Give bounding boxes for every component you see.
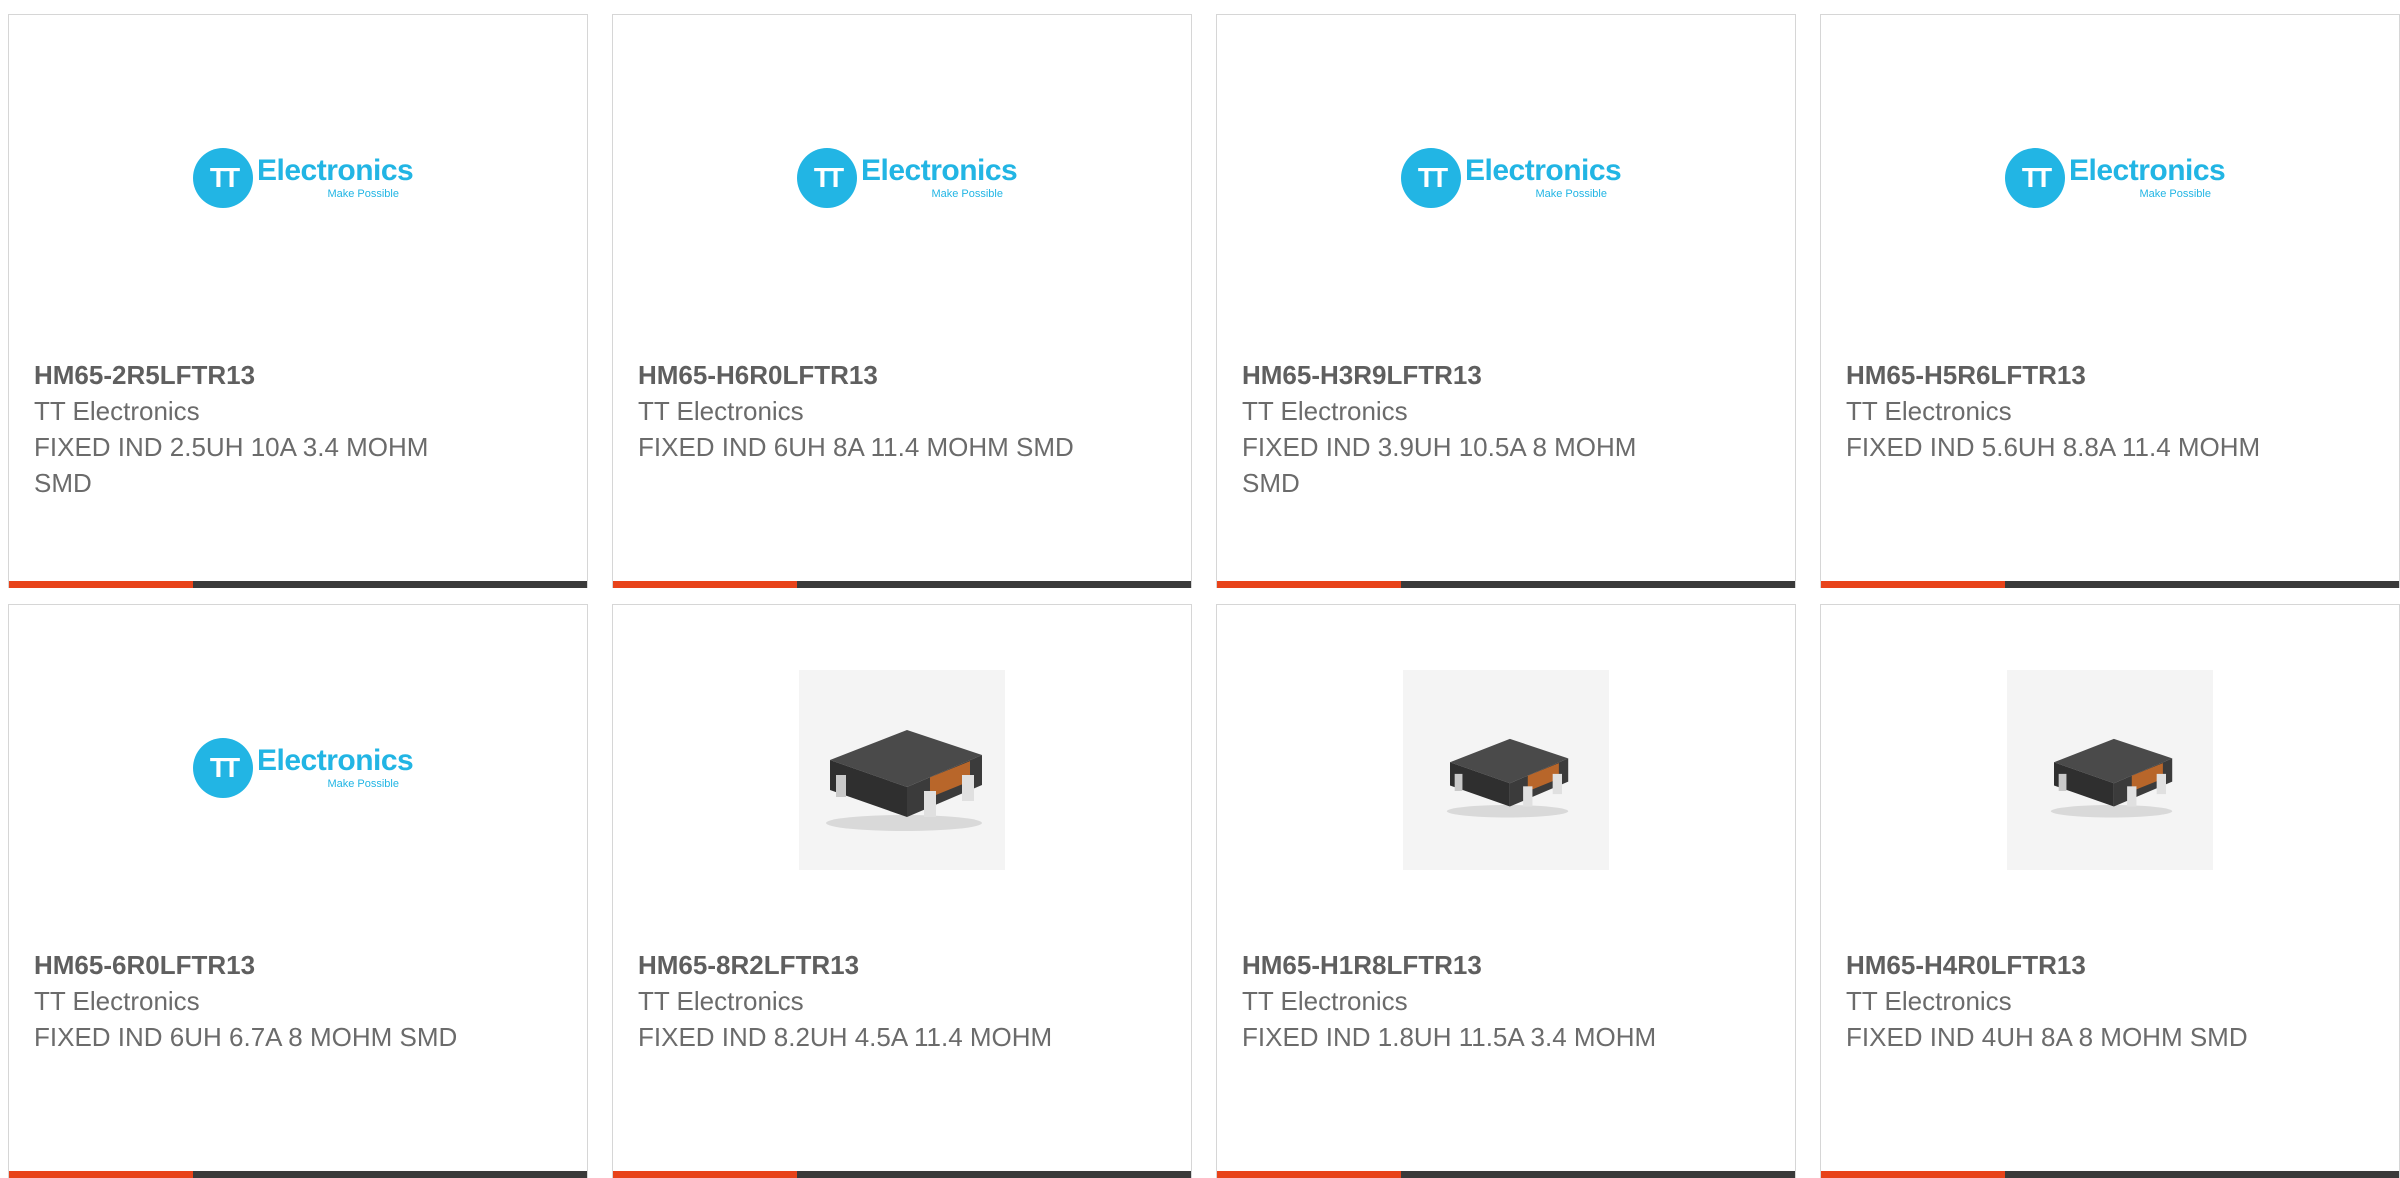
product-image[interactable]: TT Electronics Make Possible xyxy=(9,605,587,935)
product-description: FIXED IND 8.2UH 4.5A 11.4 MOHM xyxy=(638,1022,1053,1052)
card-accent-bar xyxy=(613,581,1191,588)
tt-electronics-logo: TT Electronics Make Possible xyxy=(193,738,414,802)
product-description: FIXED IND 1.8UH 11.5A 3.4 MOHM xyxy=(1242,1022,1657,1052)
part-number[interactable]: HM65-H1R8LFTR13 xyxy=(1242,947,1682,983)
part-number[interactable]: HM65-H4R0LFTR13 xyxy=(1846,947,2286,983)
logo-circle-icon: TT xyxy=(193,738,253,798)
part-number[interactable]: HM65-H5R6LFTR13 xyxy=(1846,357,2286,393)
part-number[interactable]: HM65-H3R9LFTR13 xyxy=(1242,357,1682,393)
dark-bar-segment xyxy=(2005,581,2399,588)
logo-tagline: Make Possible xyxy=(2139,188,2211,200)
product-image[interactable]: TT Electronics Make Possible xyxy=(9,15,587,345)
logo-tagline: Make Possible xyxy=(1535,188,1607,200)
accent-bar-segment xyxy=(1217,581,1401,588)
accent-bar-segment xyxy=(9,581,193,588)
part-number[interactable]: HM65-8R2LFTR13 xyxy=(638,947,1078,983)
dark-bar-segment xyxy=(797,1171,1191,1178)
product-info: HM65-6R0LFTR13 TT Electronics FIXED IND … xyxy=(34,947,474,1055)
product-description: FIXED IND 3.9UH 10.5A 8 MOHM SMD xyxy=(1242,432,1637,498)
accent-bar-segment xyxy=(9,1171,193,1178)
product-card[interactable]: HM65-8R2LFTR13 TT Electronics FIXED IND … xyxy=(612,604,1192,1178)
logo-tagline: Make Possible xyxy=(327,778,399,790)
product-image[interactable] xyxy=(613,605,1191,935)
product-card[interactable]: HM65-H1R8LFTR13 TT Electronics FIXED IND… xyxy=(1216,604,1796,1178)
product-image[interactable] xyxy=(1821,605,2399,935)
manufacturer-name: TT Electronics xyxy=(638,396,804,426)
dark-bar-segment xyxy=(1401,1171,1795,1178)
tt-electronics-logo: TT Electronics Make Possible xyxy=(797,148,1018,212)
inductor-photo xyxy=(799,670,1005,870)
product-description: FIXED IND 2.5UH 10A 3.4 MOHM SMD xyxy=(34,432,429,498)
logo-tagline: Make Possible xyxy=(327,188,399,200)
logo-wordmark: Electronics xyxy=(2069,154,2226,187)
dark-bar-segment xyxy=(2005,1171,2399,1178)
tt-electronics-logo: TT Electronics Make Possible xyxy=(193,148,414,212)
product-card[interactable]: TT Electronics Make Possible HM65-6R0LFTR1… xyxy=(8,604,588,1178)
accent-bar-segment xyxy=(613,581,797,588)
inductor-photo xyxy=(1403,670,1609,870)
product-info: HM65-8R2LFTR13 TT Electronics FIXED IND … xyxy=(638,947,1078,1055)
inductor-icon xyxy=(2050,738,2173,818)
manufacturer-name: TT Electronics xyxy=(1846,986,2012,1016)
part-number[interactable]: HM65-H6R0LFTR13 xyxy=(638,357,1078,393)
manufacturer-name: TT Electronics xyxy=(1242,986,1408,1016)
product-description: FIXED IND 5.6UH 8.8A 11.4 MOHM xyxy=(1846,432,2261,462)
card-accent-bar xyxy=(613,1171,1191,1178)
dark-bar-segment xyxy=(1401,581,1795,588)
card-accent-bar xyxy=(1217,581,1795,588)
inductor-icon xyxy=(1446,738,1569,818)
logo-wordmark: Electronics xyxy=(257,744,414,777)
dark-bar-segment xyxy=(193,1171,587,1178)
card-accent-bar xyxy=(9,581,587,588)
manufacturer-name: TT Electronics xyxy=(34,986,200,1016)
dark-bar-segment xyxy=(193,581,587,588)
product-image[interactable]: TT Electronics Make Possible xyxy=(1217,15,1795,345)
card-accent-bar xyxy=(1821,1171,2399,1178)
manufacturer-name: TT Electronics xyxy=(638,986,804,1016)
product-info: HM65-H6R0LFTR13 TT Electronics FIXED IND… xyxy=(638,357,1078,465)
product-description: FIXED IND 6UH 6.7A 8 MOHM SMD xyxy=(34,1022,458,1052)
product-grid: TT Electronics Make Possible HM65-2R5LFTR1… xyxy=(8,14,2400,1178)
part-number[interactable]: HM65-6R0LFTR13 xyxy=(34,947,474,983)
product-info: HM65-H4R0LFTR13 TT Electronics FIXED IND… xyxy=(1846,947,2286,1055)
logo-circle-icon: TT xyxy=(193,148,253,208)
manufacturer-name: TT Electronics xyxy=(1846,396,2012,426)
manufacturer-name: TT Electronics xyxy=(34,396,200,426)
product-info: HM65-H3R9LFTR13 TT Electronics FIXED IND… xyxy=(1242,357,1682,501)
inductor-icon xyxy=(826,730,982,831)
logo-circle-icon: TT xyxy=(2005,148,2065,208)
inductor-photo xyxy=(2007,670,2213,870)
logo-circle-icon: TT xyxy=(797,148,857,208)
logo-wordmark: Electronics xyxy=(257,154,414,187)
product-image[interactable]: TT Electronics Make Possible xyxy=(613,15,1191,345)
product-image[interactable]: TT Electronics Make Possible xyxy=(1821,15,2399,345)
product-card[interactable]: TT Electronics Make Possible HM65-2R5LFTR1… xyxy=(8,14,588,588)
accent-bar-segment xyxy=(1821,1171,2005,1178)
card-accent-bar xyxy=(9,1171,587,1178)
card-accent-bar xyxy=(1821,581,2399,588)
product-card[interactable]: TT Electronics Make Possible HM65-H6R0LFTR… xyxy=(612,14,1192,588)
tt-electronics-logo: TT Electronics Make Possible xyxy=(2005,148,2226,212)
product-image[interactable] xyxy=(1217,605,1795,935)
tt-electronics-logo: TT Electronics Make Possible xyxy=(1401,148,1622,212)
dark-bar-segment xyxy=(797,581,1191,588)
logo-wordmark: Electronics xyxy=(861,154,1018,187)
accent-bar-segment xyxy=(613,1171,797,1178)
product-description: FIXED IND 4UH 8A 8 MOHM SMD xyxy=(1846,1022,2248,1052)
logo-tagline: Make Possible xyxy=(931,188,1003,200)
product-card[interactable]: TT Electronics Make Possible HM65-H5R6LFTR… xyxy=(1820,14,2400,588)
logo-circle-icon: TT xyxy=(1401,148,1461,208)
accent-bar-segment xyxy=(1821,581,2005,588)
product-info: HM65-H1R8LFTR13 TT Electronics FIXED IND… xyxy=(1242,947,1682,1055)
product-info: HM65-H5R6LFTR13 TT Electronics FIXED IND… xyxy=(1846,357,2286,465)
product-info: HM65-2R5LFTR13 TT Electronics FIXED IND … xyxy=(34,357,474,501)
product-card[interactable]: HM65-H4R0LFTR13 TT Electronics FIXED IND… xyxy=(1820,604,2400,1178)
part-number[interactable]: HM65-2R5LFTR13 xyxy=(34,357,474,393)
card-accent-bar xyxy=(1217,1171,1795,1178)
accent-bar-segment xyxy=(1217,1171,1401,1178)
logo-wordmark: Electronics xyxy=(1465,154,1622,187)
manufacturer-name: TT Electronics xyxy=(1242,396,1408,426)
product-description: FIXED IND 6UH 8A 11.4 MOHM SMD xyxy=(638,432,1074,462)
product-card[interactable]: TT Electronics Make Possible HM65-H3R9LFTR… xyxy=(1216,14,1796,588)
